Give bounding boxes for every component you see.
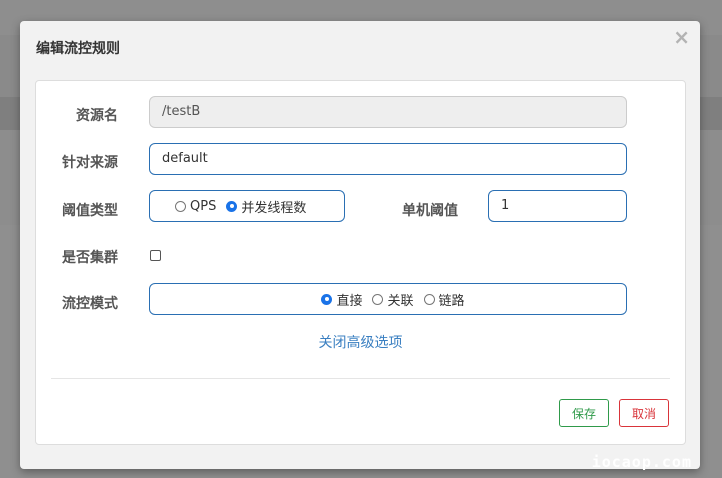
resource-label: 资源名 (76, 108, 118, 124)
flow-mode-chain-radio[interactable]: 链路 (423, 290, 465, 309)
advanced-options-toggle-link[interactable]: 关闭高级选项 (36, 332, 685, 352)
single-threshold-input[interactable]: 1 (488, 190, 627, 222)
footer-divider (51, 378, 670, 379)
edit-flow-rule-dialog: 编辑流控规则 × 资源名 /testB 针对来源 default 阈值类型 QP… (20, 21, 700, 469)
cluster-label: 是否集群 (62, 250, 118, 266)
flow-mode-label: 流控模式 (62, 296, 118, 312)
dialog-title: 编辑流控规则 (36, 41, 120, 57)
form-panel: 资源名 /testB 针对来源 default 阈值类型 QPS 并发线程数 单… (35, 80, 686, 445)
radio-checked-icon (321, 293, 333, 305)
close-icon[interactable]: × (673, 27, 690, 47)
radio-label: 并发线程数 (241, 200, 307, 216)
source-label: 针对来源 (62, 155, 118, 171)
threshold-type-qps-radio[interactable]: QPS (175, 199, 216, 214)
single-threshold-label: 单机阈值 (402, 203, 458, 219)
radio-icon (423, 293, 435, 305)
radio-label: QPS (190, 198, 217, 214)
radio-icon (175, 200, 186, 212)
threshold-type-radio-group: QPS 并发线程数 (149, 190, 345, 222)
watermark-text: iocaop.com (591, 453, 692, 471)
flow-mode-associate-radio[interactable]: 关联 (372, 290, 414, 309)
save-button[interactable]: 保存 (559, 399, 609, 427)
threshold-type-label: 阈值类型 (62, 203, 118, 219)
cancel-button[interactable]: 取消 (619, 399, 669, 427)
radio-checked-icon (226, 200, 238, 212)
radio-icon (372, 293, 384, 305)
resource-input[interactable]: /testB (149, 96, 627, 128)
radio-label: 直接 (336, 293, 363, 309)
flow-mode-radio-group: 直接 关联 链路 (149, 283, 627, 315)
threshold-type-threads-radio[interactable]: 并发线程数 (226, 197, 306, 216)
radio-label: 链路 (438, 293, 465, 309)
cluster-checkbox[interactable] (150, 250, 161, 261)
source-input[interactable]: default (149, 143, 627, 175)
flow-mode-direct-radio[interactable]: 直接 (321, 290, 362, 309)
radio-label: 关联 (387, 293, 414, 309)
